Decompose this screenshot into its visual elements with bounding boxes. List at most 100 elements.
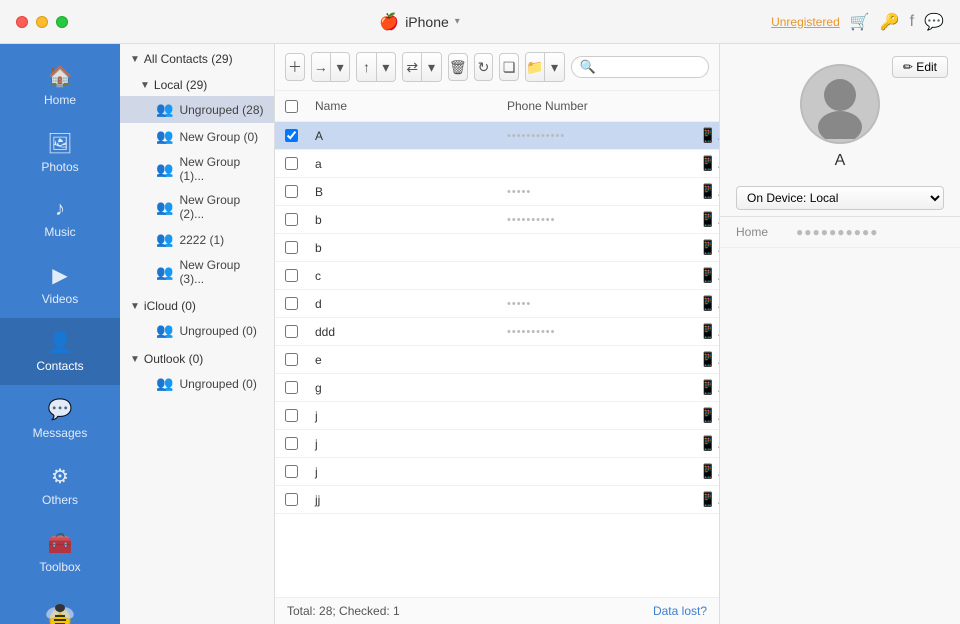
maximize-button[interactable] bbox=[56, 16, 68, 28]
group-new0-label: New Group (0) bbox=[179, 130, 258, 144]
row-phone bbox=[499, 413, 691, 419]
table-row[interactable]: j📱 bbox=[275, 430, 719, 458]
table-row[interactable]: b••••••••••📱 bbox=[275, 206, 719, 234]
row-checkbox[interactable] bbox=[285, 493, 298, 506]
search-input[interactable] bbox=[600, 60, 700, 74]
folder-button[interactable]: 📁 bbox=[526, 53, 545, 81]
table-row[interactable]: ddd••••••••••📱 bbox=[275, 318, 719, 346]
group-2222[interactable]: 👥 2222 (1) bbox=[120, 226, 274, 253]
row-phone: •••••••••• bbox=[499, 211, 691, 229]
group-ungrouped-icon: 👥 bbox=[156, 101, 173, 118]
device-name: iPhone bbox=[405, 14, 449, 30]
sidebar-item-home[interactable]: 🏠 Home bbox=[0, 52, 120, 119]
edit-button[interactable]: ✏ Edit bbox=[892, 56, 948, 78]
import-chevron-button[interactable]: ▾ bbox=[331, 53, 350, 81]
row-device-icon: 📱 bbox=[691, 236, 719, 259]
refresh-button[interactable]: ↻ bbox=[474, 53, 494, 81]
sidebar-item-others[interactable]: ⚙ Others bbox=[0, 452, 120, 519]
export-button[interactable]: ↑ bbox=[357, 53, 376, 81]
row-checkbox[interactable] bbox=[285, 297, 298, 310]
sidebar-item-videos[interactable]: ▶ Videos bbox=[0, 251, 120, 318]
transfer-button[interactable]: ⇄ bbox=[403, 53, 422, 81]
group-outlook-ungrouped[interactable]: 👥 Ungrouped (0) bbox=[120, 370, 274, 397]
music-icon: ♪ bbox=[55, 198, 65, 221]
app-logo-icon bbox=[40, 598, 80, 624]
more-chevron-button[interactable]: ▾ bbox=[545, 53, 564, 81]
row-phone bbox=[499, 357, 691, 363]
icloud-header[interactable]: ▼ iCloud (0) bbox=[120, 291, 274, 317]
row-checkbox-cell bbox=[275, 350, 307, 369]
row-checkbox-cell bbox=[275, 294, 307, 313]
group-ungrouped[interactable]: 👥 Ungrouped (28) bbox=[120, 96, 274, 123]
row-device-icon: 📱 bbox=[691, 460, 719, 483]
row-name: ddd bbox=[307, 322, 499, 342]
row-checkbox[interactable] bbox=[285, 409, 298, 422]
icloud-ungrouped-label: Ungrouped (0) bbox=[179, 324, 256, 338]
device-chevron-icon[interactable]: ▾ bbox=[455, 16, 460, 27]
group-new-2[interactable]: 👥 New Group (2)... bbox=[120, 188, 274, 226]
data-lost-link[interactable]: Data lost? bbox=[653, 604, 707, 618]
row-checkbox[interactable] bbox=[285, 157, 298, 170]
header-phone: Phone Number bbox=[499, 95, 691, 117]
all-contacts-triangle: ▼ bbox=[130, 54, 140, 65]
all-contacts-header[interactable]: ▼ All Contacts (29) bbox=[120, 44, 274, 70]
table-row[interactable]: d•••••📱 bbox=[275, 290, 719, 318]
row-name: j bbox=[307, 406, 499, 426]
unregistered-link[interactable]: Unregistered bbox=[771, 15, 840, 29]
export-chevron-button[interactable]: ▾ bbox=[377, 53, 396, 81]
local-header[interactable]: ▼ Local (29) bbox=[120, 70, 274, 96]
row-checkbox[interactable] bbox=[285, 465, 298, 478]
row-checkbox[interactable] bbox=[285, 185, 298, 198]
table-row[interactable]: b📱 bbox=[275, 234, 719, 262]
table-row[interactable]: jj📱 bbox=[275, 486, 719, 514]
facebook-icon[interactable]: f bbox=[910, 13, 914, 31]
copy-button[interactable]: ❏ bbox=[499, 53, 519, 81]
row-phone bbox=[499, 273, 691, 279]
close-button[interactable] bbox=[16, 16, 28, 28]
sidebar-item-photos[interactable]: 🖼 Photos bbox=[0, 119, 120, 186]
select-all-checkbox[interactable] bbox=[285, 100, 298, 113]
group-new-0[interactable]: 👥 New Group (0) bbox=[120, 123, 274, 150]
table-row[interactable]: B•••••📱 bbox=[275, 178, 719, 206]
table-row[interactable]: a📱 bbox=[275, 150, 719, 178]
table-row[interactable]: c📱 bbox=[275, 262, 719, 290]
row-checkbox[interactable] bbox=[285, 129, 298, 142]
device-title: 🍎 iPhone ▾ bbox=[379, 12, 460, 32]
minimize-button[interactable] bbox=[36, 16, 48, 28]
home-value: ●●●●●●●●●● bbox=[796, 225, 878, 239]
key-icon[interactable]: 🔑 bbox=[880, 12, 900, 32]
group-new-3[interactable]: 👥 New Group (3)... bbox=[120, 253, 274, 291]
row-checkbox[interactable] bbox=[285, 213, 298, 226]
table-row[interactable]: g📱 bbox=[275, 374, 719, 402]
search-box[interactable]: 🔍 bbox=[571, 56, 709, 78]
table-row[interactable]: A••••••••••••📱 bbox=[275, 122, 719, 150]
add-button[interactable]: ＋ bbox=[285, 53, 305, 81]
table-row[interactable]: j📱 bbox=[275, 402, 719, 430]
sidebar-item-messages[interactable]: 💬 Messages bbox=[0, 385, 120, 452]
delete-button[interactable]: 🗑 bbox=[448, 53, 468, 81]
row-checkbox[interactable] bbox=[285, 241, 298, 254]
group-new-1[interactable]: 👥 New Group (1)... bbox=[120, 150, 274, 188]
table-row[interactable]: j📱 bbox=[275, 458, 719, 486]
transfer-chevron-button[interactable]: ▾ bbox=[422, 53, 441, 81]
row-checkbox[interactable] bbox=[285, 325, 298, 338]
outlook-ungrouped-icon: 👥 bbox=[156, 375, 173, 392]
table-row[interactable]: e📱 bbox=[275, 346, 719, 374]
row-checkbox[interactable] bbox=[285, 437, 298, 450]
location-select[interactable]: On Device: LocaliCloudOutlook bbox=[736, 186, 944, 210]
group-new1-label: New Group (1)... bbox=[179, 155, 264, 183]
row-checkbox[interactable] bbox=[285, 353, 298, 366]
chat-icon[interactable]: 💬 bbox=[924, 12, 944, 32]
row-checkbox[interactable] bbox=[285, 381, 298, 394]
sidebar-label-photos: Photos bbox=[41, 160, 78, 174]
outlook-header[interactable]: ▼ Outlook (0) bbox=[120, 344, 274, 370]
group-icloud-ungrouped[interactable]: 👥 Ungrouped (0) bbox=[120, 317, 274, 344]
apple-icon: 🍎 bbox=[379, 12, 399, 32]
import-button[interactable]: → bbox=[312, 53, 331, 81]
sidebar-item-contacts[interactable]: 👤 Contacts bbox=[0, 318, 120, 385]
sidebar-item-toolbox[interactable]: 🧰 Toolbox bbox=[0, 519, 120, 586]
row-checkbox[interactable] bbox=[285, 269, 298, 282]
sidebar-item-music[interactable]: ♪ Music bbox=[0, 186, 120, 251]
cart-icon[interactable]: 🛒 bbox=[850, 12, 870, 32]
row-name: g bbox=[307, 378, 499, 398]
